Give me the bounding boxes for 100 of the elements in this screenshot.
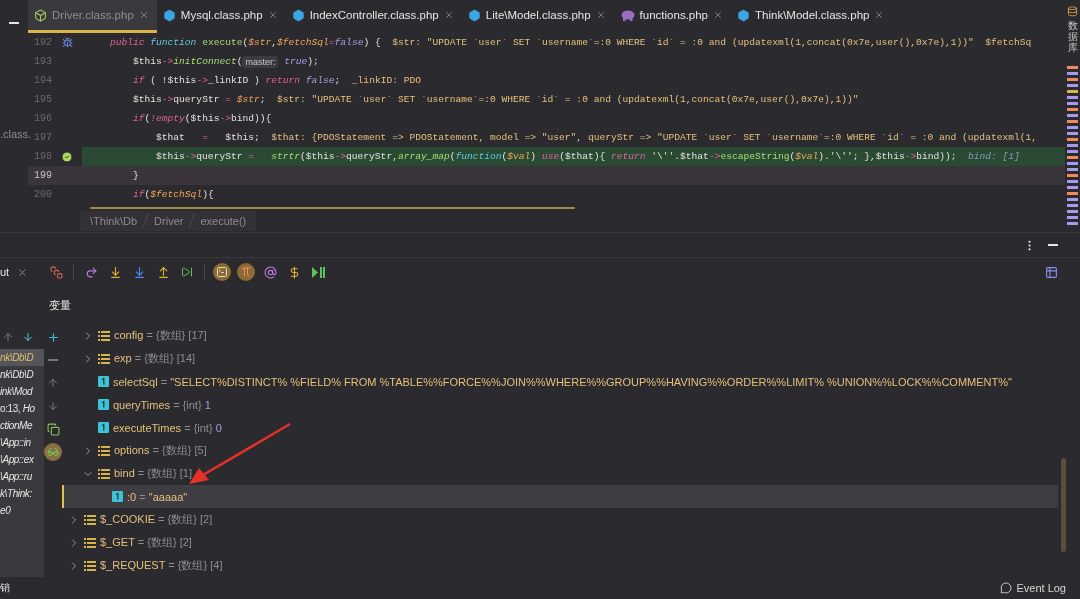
variable-row[interactable]: $_REQUEST = {数组} [4] — [62, 554, 1058, 577]
evaluate-button[interactable] — [213, 263, 232, 281]
array-icon — [98, 445, 110, 456]
primitive-icon — [98, 422, 109, 433]
frame-item[interactable]: ctionMe — [0, 417, 44, 434]
line-number: 194 — [33, 75, 52, 86]
event-log-button[interactable]: Event Log — [1000, 582, 1066, 594]
variable-row[interactable]: exp = {数组} [14] — [62, 347, 1058, 370]
code-line: if(!empty($this->bind)){ — [132, 112, 273, 126]
breadcrumb-item[interactable]: Driver — [154, 214, 184, 227]
skip-forward-icon — [181, 266, 194, 278]
glasses-icon — [47, 446, 59, 458]
cube-icon — [34, 8, 47, 22]
editor-tab[interactable]: Think\Model.class.php — [731, 0, 893, 33]
status-text: 销 — [0, 581, 10, 595]
code-line: $that = $this; $that: {PDOStatement => PDOStatement, model => "user", queryStr => "UPDATE `user` SET `username`=:0 WHERE `id` = :0 and (updatexml(1, — [155, 131, 1038, 145]
code-line: public function execute($str,$fetchSql=false) { $str: "UPDATE `user` SET `username`=:0 WHERE `id` = :0 and (updatexml(1,concat(0x7e,user(),0x7e),1))" $fetchSq — [109, 36, 1033, 50]
array-icon — [98, 330, 110, 341]
variable-row[interactable]: queryTimes = {int} 1 — [62, 393, 1058, 416]
close-icon[interactable] — [17, 266, 29, 278]
frame-item[interactable]: e0 — [0, 502, 44, 519]
debug-icon — [61, 37, 73, 48]
frame-item[interactable]: \App::ru — [0, 468, 44, 485]
frame-item[interactable]: \App::ex — [0, 451, 44, 468]
session-tab[interactable]: ut — [0, 266, 10, 278]
at-sign-button[interactable] — [261, 263, 280, 281]
step-into-icon — [132, 265, 146, 279]
code-line: if($fetchSql){ — [132, 188, 215, 202]
array-icon — [98, 353, 110, 364]
arrow-down-icon[interactable] — [22, 330, 34, 343]
line-number: 193 — [33, 56, 52, 67]
code-line: if ( !$this->_linkID ) return false; _linkID: PDO — [132, 74, 422, 88]
array-icon — [98, 468, 110, 479]
array-icon — [84, 560, 96, 571]
elephant-icon — [619, 9, 635, 21]
editor-tab[interactable]: IndexController.class.php — [285, 0, 462, 33]
editor-tab[interactable]: Lite\Model.class.php — [461, 0, 614, 33]
frame-item[interactable]: ink\Mod — [0, 383, 44, 400]
editor-tab[interactable]: functions.php — [613, 0, 732, 33]
code-line: } — [132, 169, 140, 183]
cube-icon — [467, 8, 481, 22]
frame-item[interactable]: o:13, Ho — [0, 400, 44, 417]
cube-icon — [162, 8, 176, 22]
terminal-icon — [216, 266, 229, 278]
close-icon[interactable] — [713, 10, 724, 20]
breadcrumb-item[interactable]: \Think\Db — [90, 214, 138, 227]
line-number: 196 — [33, 113, 52, 124]
variable-row[interactable]: config = {数组} [17] — [62, 324, 1058, 347]
arrow-up-icon[interactable] — [2, 330, 14, 343]
variable-row[interactable]: options = {数组} [5] — [62, 439, 1058, 462]
scrollbar-thumb[interactable] — [90, 207, 575, 209]
editor-tab[interactable]: Mysql.class.php — [156, 0, 286, 33]
pi-icon — [240, 266, 253, 278]
array-icon — [84, 514, 96, 525]
variable-label: $_COOKIE = {数组} [2] — [100, 512, 213, 527]
copy-button[interactable] — [44, 420, 62, 438]
array-icon — [84, 537, 96, 548]
variable-row[interactable]: selectSql = "SELECT%DISTINCT% %FIELD% FROM %TABLE%%FORCE%%JOIN%%WHERE%%GROUP%%HAVING%%ORDER%%LIMIT% %UNION%%LOCK%%COMMENT%" — [62, 370, 1058, 393]
primitive-icon — [98, 399, 109, 410]
variable-label: $_REQUEST = {数组} [4] — [100, 558, 223, 573]
variable-label: bind = {数组} [1] — [114, 466, 192, 481]
arrow-down-icon — [47, 400, 59, 412]
variable-row[interactable]: :0 = "aaaaa" — [62, 485, 1058, 508]
variable-label: selectSql = "SELECT%DISTINCT% %FIELD% FROM %TABLE%%FORCE%%JOIN%%WHERE%%GROUP%%HAVING%%ORDER%%LIMIT% %UNION%%LOCK%%COMMENT%" — [113, 375, 1012, 388]
close-icon[interactable] — [267, 10, 278, 20]
close-icon[interactable] — [443, 10, 454, 20]
variable-label: :0 = "aaaaa" — [127, 490, 188, 503]
line-number: 192 — [33, 37, 52, 48]
glasses-button[interactable] — [44, 443, 62, 461]
variable-label: executeTimes = {int} 0 — [113, 421, 222, 434]
code-line: $this->initConnect( master: true); — [132, 54, 320, 70]
pi-button[interactable] — [237, 263, 256, 281]
variable-row[interactable]: bind = {数组} [1] — [62, 462, 1058, 485]
resume-icon — [311, 266, 325, 278]
step-out-icon — [156, 265, 170, 279]
frame-item[interactable]: nk\Db\D — [0, 349, 44, 366]
frame-item[interactable]: k\Think: — [0, 485, 44, 502]
variable-row[interactable]: executeTimes = {int} 0 — [62, 416, 1058, 439]
database-tool-label[interactable]: 数据库 — [1067, 19, 1078, 53]
close-icon[interactable] — [138, 10, 149, 20]
close-icon[interactable] — [595, 10, 606, 20]
scrollbar-thumb[interactable] — [1061, 458, 1066, 552]
editor-tab[interactable]: Driver.class.php — [28, 0, 157, 33]
breadcrumb-item[interactable]: execute() — [200, 214, 247, 227]
at-sign-icon — [263, 265, 277, 279]
variable-row[interactable]: $_GET = {数组} [2] — [62, 531, 1058, 554]
restore-layout-button[interactable] — [47, 263, 66, 281]
copy-icon — [46, 422, 60, 436]
line-number: 195 — [33, 94, 52, 105]
stacked-squares-icon — [49, 265, 63, 279]
frame-item[interactable]: \App::in — [0, 434, 44, 451]
close-icon[interactable] — [874, 10, 885, 20]
frame-item[interactable]: nk\Db\D — [0, 366, 44, 383]
line-number: 199 — [33, 170, 52, 181]
layout-icon[interactable] — [1045, 265, 1058, 279]
cube-icon — [737, 8, 751, 22]
panel-title: 变量 — [48, 297, 72, 313]
variable-row[interactable]: $_COOKIE = {数组} [2] — [62, 508, 1058, 531]
database-icon[interactable] — [1067, 6, 1078, 17]
variable-label: $_GET = {数组} [2] — [100, 535, 192, 550]
